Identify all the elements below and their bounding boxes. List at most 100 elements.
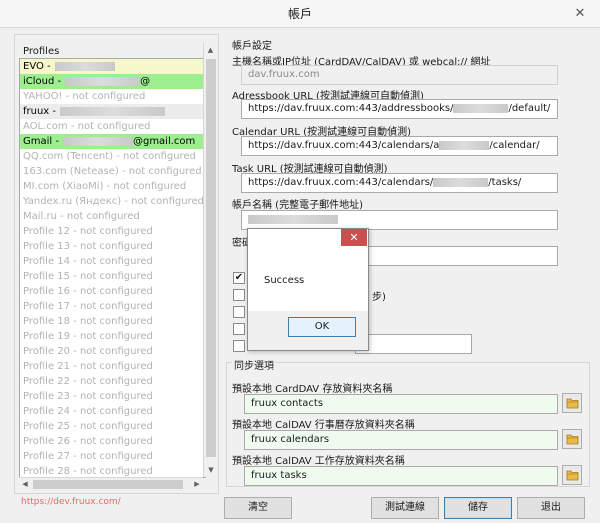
profile-list-item[interactable]: Profile 28 - not configured: [20, 464, 205, 477]
addressbook-url-field[interactable]: https://dav.fruux.com:443/addressbooks/ /…: [241, 99, 558, 119]
task-url-field[interactable]: https://dav.fruux.com:443/calendars/ /tas…: [241, 173, 558, 193]
profile-item-label: Profile 19 - not configured: [23, 331, 153, 342]
carddav-browse-button[interactable]: [562, 393, 582, 413]
sync-section-label: 同步選項: [232, 357, 276, 372]
scroll-up-arrow-icon[interactable]: ▲: [204, 43, 217, 57]
profile-list-hscrollbar[interactable]: ◀ ▶: [19, 477, 203, 490]
profile-item-label: EVO -: [23, 61, 51, 72]
success-dialog: ✕ Success OK: [247, 228, 369, 351]
profile-list-item[interactable]: Profile 22 - not configured: [20, 374, 205, 389]
profile-list-item[interactable]: Profile 18 - not configured: [20, 314, 205, 329]
option-checkbox[interactable]: ✔: [233, 272, 245, 284]
profile-list-item[interactable]: Profile 17 - not configured: [20, 299, 205, 314]
profile-list-item[interactable]: Profile 26 - not configured: [20, 434, 205, 449]
profile-list-item[interactable]: iCloud - @: [20, 74, 205, 89]
profile-item-label: Yandex.ru (Яндекс) - not configured: [23, 196, 204, 207]
profiles-legend: Profiles: [21, 46, 62, 57]
calendar-url-field[interactable]: https://dav.fruux.com:443/calendars/a/ca…: [241, 136, 558, 156]
profile-item-label: Profile 27 - not configured: [23, 451, 153, 462]
scroll-right-arrow-icon[interactable]: ▶: [191, 478, 203, 491]
profile-list[interactable]: EVO - iCloud - @ YAHOO! - not configured fru…: [19, 58, 206, 478]
carddav-folder-label: 預設本地 CardDAV 存放資料夾名稱: [232, 384, 393, 395]
profile-list-item[interactable]: Profile 23 - not configured: [20, 389, 205, 404]
dialog-close-button[interactable]: ✕: [341, 229, 367, 246]
test-connection-button[interactable]: 測試連線: [371, 497, 439, 519]
clear-button[interactable]: 清空: [224, 497, 292, 519]
profile-list-item[interactable]: Profile 20 - not configured: [20, 344, 205, 359]
redacted-text: [65, 76, 141, 86]
caldav-browse-button[interactable]: [562, 429, 582, 449]
profile-item-suffix: @: [140, 76, 151, 87]
calendar-url-text-end: /calendar/: [489, 140, 540, 151]
profile-item-label: QQ.com (Tencent) - not configured: [23, 151, 196, 162]
dialog-message: Success: [264, 275, 305, 286]
hscroll-thumb[interactable]: [33, 480, 183, 489]
profile-item-label: Profile 28 - not configured: [23, 466, 153, 477]
redacted-text: [453, 103, 509, 113]
profile-list-item[interactable]: fruux -: [20, 104, 205, 119]
addressbook-url-text-start: https://dav.fruux.com:443/addressbooks/: [248, 103, 454, 114]
addressbook-url-text-end: /default/: [508, 103, 551, 114]
profile-list-vscrollbar[interactable]: ▲ ▼: [203, 43, 217, 477]
profile-list-item[interactable]: QQ.com (Tencent) - not configured: [20, 149, 205, 164]
profile-list-item[interactable]: Profile 24 - not configured: [20, 404, 205, 419]
option-checkbox[interactable]: [233, 306, 245, 318]
profile-list-item[interactable]: Yandex.ru (Яндекс) - not configured: [20, 194, 205, 209]
tasks-folder-field[interactable]: fruux tasks: [244, 466, 558, 486]
option-checkbox[interactable]: [233, 289, 245, 301]
profile-item-label: 163.com (Netease) - not configured: [23, 166, 202, 177]
server-field[interactable]: dav.fruux.com: [241, 65, 558, 85]
profile-item-label: Profile 15 - not configured: [23, 271, 153, 282]
account-section-label: 帳戶設定: [232, 41, 272, 52]
profile-item-label: AOL.com - not configured: [23, 121, 151, 132]
profile-list-item[interactable]: Gmail - @gmail.com: [20, 134, 205, 149]
task-url-text-end: /tasks/: [488, 177, 522, 188]
dialog-ok-button[interactable]: OK: [288, 317, 356, 337]
window-title: 帳戶: [287, 7, 312, 21]
option-field[interactable]: [355, 334, 472, 354]
profile-list-item[interactable]: Profile 12 - not configured: [20, 224, 205, 239]
folder-icon: [566, 398, 579, 409]
tasks-browse-button[interactable]: [562, 465, 582, 485]
profile-list-item[interactable]: Profile 19 - not configured: [20, 329, 205, 344]
fruux-link[interactable]: https://dev.fruux.com/: [21, 497, 121, 507]
account-name-label: 帳戶名稱 (完整電子郵件地址): [232, 200, 363, 211]
profile-list-item[interactable]: 163.com (Netease) - not configured: [20, 164, 205, 179]
option-checkbox[interactable]: [233, 323, 245, 335]
caldav-folder-field[interactable]: fruux calendars: [244, 430, 558, 450]
scroll-left-arrow-icon[interactable]: ◀: [19, 478, 31, 491]
redacted-text: [248, 214, 338, 224]
vscroll-thumb[interactable]: [206, 59, 216, 457]
profile-item-label: Profile 14 - not configured: [23, 256, 153, 267]
profile-item-label: Mail.ru - not configured: [23, 211, 140, 222]
window-close-button[interactable]: ✕: [570, 0, 590, 28]
profile-list-item[interactable]: Profile 13 - not configured: [20, 239, 205, 254]
option-checkbox[interactable]: [233, 340, 245, 352]
folder-icon: [566, 434, 579, 445]
profile-list-item[interactable]: EVO -: [20, 59, 205, 74]
profile-item-label: Profile 16 - not configured: [23, 286, 153, 297]
scroll-down-arrow-icon[interactable]: ▼: [204, 463, 218, 477]
profile-item-label: Profile 12 - not configured: [23, 226, 153, 237]
save-button[interactable]: 儲存: [444, 497, 512, 519]
profile-list-item[interactable]: Profile 21 - not configured: [20, 359, 205, 374]
profile-list-item[interactable]: MI.com (XiaoMi) - not configured: [20, 179, 205, 194]
profile-list-item[interactable]: Mail.ru - not configured: [20, 209, 205, 224]
profile-list-item[interactable]: Profile 27 - not configured: [20, 449, 205, 464]
profile-item-label: Profile 23 - not configured: [23, 391, 153, 402]
profile-list-item[interactable]: AOL.com - not configured: [20, 119, 205, 134]
profile-item-label: Profile 25 - not configured: [23, 421, 153, 432]
profile-list-item[interactable]: Profile 14 - not configured: [20, 254, 205, 269]
profile-item-label: Profile 18 - not configured: [23, 316, 153, 327]
profile-list-item[interactable]: Profile 25 - not configured: [20, 419, 205, 434]
profile-item-label: Profile 22 - not configured: [23, 376, 153, 387]
exit-button[interactable]: 退出: [517, 497, 585, 519]
carddav-folder-field[interactable]: fruux contacts: [244, 394, 558, 414]
caldav-folder-label: 預設本地 CalDAV 行事曆存放資料夾名稱: [232, 420, 415, 431]
profile-list-item[interactable]: Profile 15 - not configured: [20, 269, 205, 284]
password-field[interactable]: [355, 246, 558, 266]
profile-item-label: Profile 13 - not configured: [23, 241, 153, 252]
profile-list-item[interactable]: YAHOO! - not configured: [20, 89, 205, 104]
profile-list-item[interactable]: Profile 16 - not configured: [20, 284, 205, 299]
account-name-field[interactable]: [241, 210, 558, 230]
